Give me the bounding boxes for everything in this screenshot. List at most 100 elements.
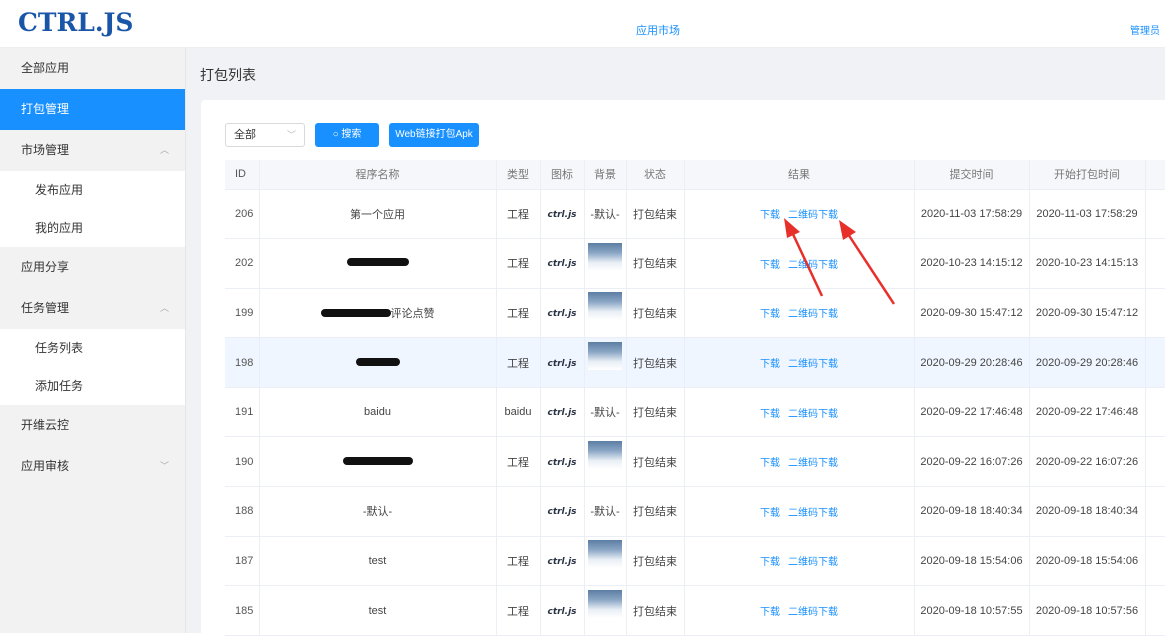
cell-extra [1145,387,1165,438]
cell-result: 下载 二维码下载 [684,189,915,240]
search-button[interactable]: ○ 搜索 [315,123,379,147]
cell-bg [584,288,627,339]
web-pack-apk-button[interactable]: Web链接打包Apk [389,123,479,147]
cell-result: 下载 二维码下载 [684,436,915,488]
cell-type [496,486,541,537]
cell-result: 下载 二维码下载 [684,536,915,587]
cell-type: 工程 [496,337,541,388]
cell-bg: -默认- [584,189,627,240]
sidebar-item-market-manage[interactable]: 市场管理 ︿ [0,130,185,171]
sidebar-item-app-share[interactable]: 应用分享 [0,247,185,288]
cell-icon: ctrl.js [540,238,585,289]
cell-bg [584,536,627,587]
qr-download-link[interactable]: 二维码下载 [788,409,838,420]
download-link[interactable]: 下载 [760,309,780,320]
cell-start-time: 2020-10-23 14:15:13 [1029,238,1146,289]
cell-id: 202 [225,238,260,289]
filter-select[interactable]: 全部 ﹀ [225,123,305,147]
cell-name: baidu [259,387,497,438]
sidebar-subitem-add-task[interactable]: 添加任务 [0,367,185,405]
cell-submit-time: 2020-09-22 17:46:48 [914,387,1030,438]
cell-name [259,238,497,289]
table-row: 199 评论点赞 工程 ctrl.js 打包结束 下载 二维码下载 2020-09-30 15… [225,288,1165,339]
qr-download-link[interactable]: 二维码下载 [788,210,838,221]
sidebar-subitem-task-list[interactable]: 任务列表 [0,329,185,367]
table-row: 188 -默认-ctrl.js -默认- 打包结束 下载 二维码下载 2020-09-18 … [225,486,1165,537]
download-link[interactable]: 下载 [760,359,780,370]
col-header-icon: 图标 [540,160,585,190]
cell-id: 187 [225,536,260,587]
admin-menu[interactable]: 管理员 [1130,22,1160,37]
cell-name: -默认- [259,486,497,537]
cell-icon: ctrl.js [540,486,585,537]
cell-type: 工程 [496,238,541,289]
filter-select-value: 全部 [234,129,256,141]
pack-list-card: 全部 ﹀ ○ 搜索 Web链接打包Apk ID 程序名称 类型 图标 背景 状态… [201,100,1165,640]
download-link[interactable]: 下载 [760,210,780,221]
table-row: 185 test 工程 ctrl.js 打包结束 下载 二维码下载 2020-09-18 10… [225,585,1165,636]
background-thumbnail [588,342,622,371]
download-link[interactable]: 下载 [760,260,780,271]
sidebar-item-label: 应用审核 [21,459,70,473]
redaction-mark [346,258,409,267]
cell-submit-time: 2020-09-18 18:40:34 [914,486,1030,537]
col-header-bg: 背景 [584,160,627,190]
cell-type: 工程 [496,536,541,587]
cell-extra [1145,486,1165,537]
cell-icon: ctrl.js [540,288,585,339]
qr-download-link[interactable]: 二维码下载 [788,508,838,519]
download-link[interactable]: 下载 [760,508,780,519]
cell-result: 下载 二维码下载 [684,288,915,339]
sidebar-item-label: 打包管理 [21,102,70,116]
qr-download-link[interactable]: 二维码下载 [788,260,838,271]
app-market-link[interactable]: 应用市场 [636,22,680,38]
sidebar-item-all-apps[interactable]: 全部应用 [0,48,185,89]
cell-type: 工程 [496,436,541,488]
download-link[interactable]: 下载 [760,607,780,618]
sidebar-subitem-my-apps[interactable]: 我的应用 [0,209,185,247]
cell-bg: -默认- [584,486,627,537]
pack-table: ID 程序名称 类型 图标 背景 状态 结果 提交时间 开始打包时间 206 第一… [225,160,1165,636]
qr-download-link[interactable]: 二维码下载 [788,607,838,618]
cell-name [259,436,497,488]
sidebar-item-app-review[interactable]: 应用审核 ﹀ [0,446,185,487]
cell-bg [584,436,627,488]
qr-download-link[interactable]: 二维码下载 [788,557,838,568]
col-header-name: 程序名称 [259,160,497,190]
search-button-label: 搜索 [341,129,362,140]
cell-extra [1145,288,1165,339]
sidebar-item-task-manage[interactable]: 任务管理 ︿ [0,288,185,329]
qr-download-link[interactable]: 二维码下载 [788,458,838,469]
cell-name: 第一个应用 [259,189,497,240]
app-icon: ctrl.js [547,408,577,419]
download-link[interactable]: 下载 [760,458,780,469]
cell-start-time: 2020-09-29 20:28:46 [1029,337,1146,388]
qr-download-link[interactable]: 二维码下载 [788,309,838,320]
cell-extra [1145,238,1165,289]
sidebar-subitem-publish-app[interactable]: 发布应用 [0,171,185,209]
cell-submit-time: 2020-09-29 20:28:46 [914,337,1030,388]
app-icon: ctrl.js [547,259,577,270]
download-link[interactable]: 下载 [760,557,780,568]
background-thumbnail [588,292,622,321]
cell-start-time: 2020-09-22 17:46:48 [1029,387,1146,438]
cell-id: 198 [225,337,260,388]
sidebar-item-pack-manage[interactable]: 打包管理 [0,89,185,130]
app-icon: ctrl.js [547,556,577,567]
chevron-up-icon: ︿ [159,303,169,313]
table-row: 191 baidu baidu ctrl.js -默认- 打包结束 下载 二维码下载 2020-… [225,387,1165,438]
col-header-status: 状态 [626,160,685,190]
sidebar-item-cloud-control[interactable]: 开维云控 [0,405,185,446]
background-thumbnail [588,242,622,271]
qr-download-link[interactable]: 二维码下载 [788,359,838,370]
background-thumbnail [588,540,622,569]
app-logo[interactable]: CTRL.JS [18,8,133,37]
download-link[interactable]: 下载 [760,409,780,420]
cell-extra [1145,536,1165,587]
sidebar-item-label: 添加任务 [35,379,84,393]
cell-status: 打包结束 [626,189,685,240]
sidebar-item-label: 我的应用 [35,221,84,235]
cell-submit-time: 2020-10-23 14:15:12 [914,238,1030,289]
cell-id: 185 [225,585,260,636]
background-thumbnail [588,441,622,470]
